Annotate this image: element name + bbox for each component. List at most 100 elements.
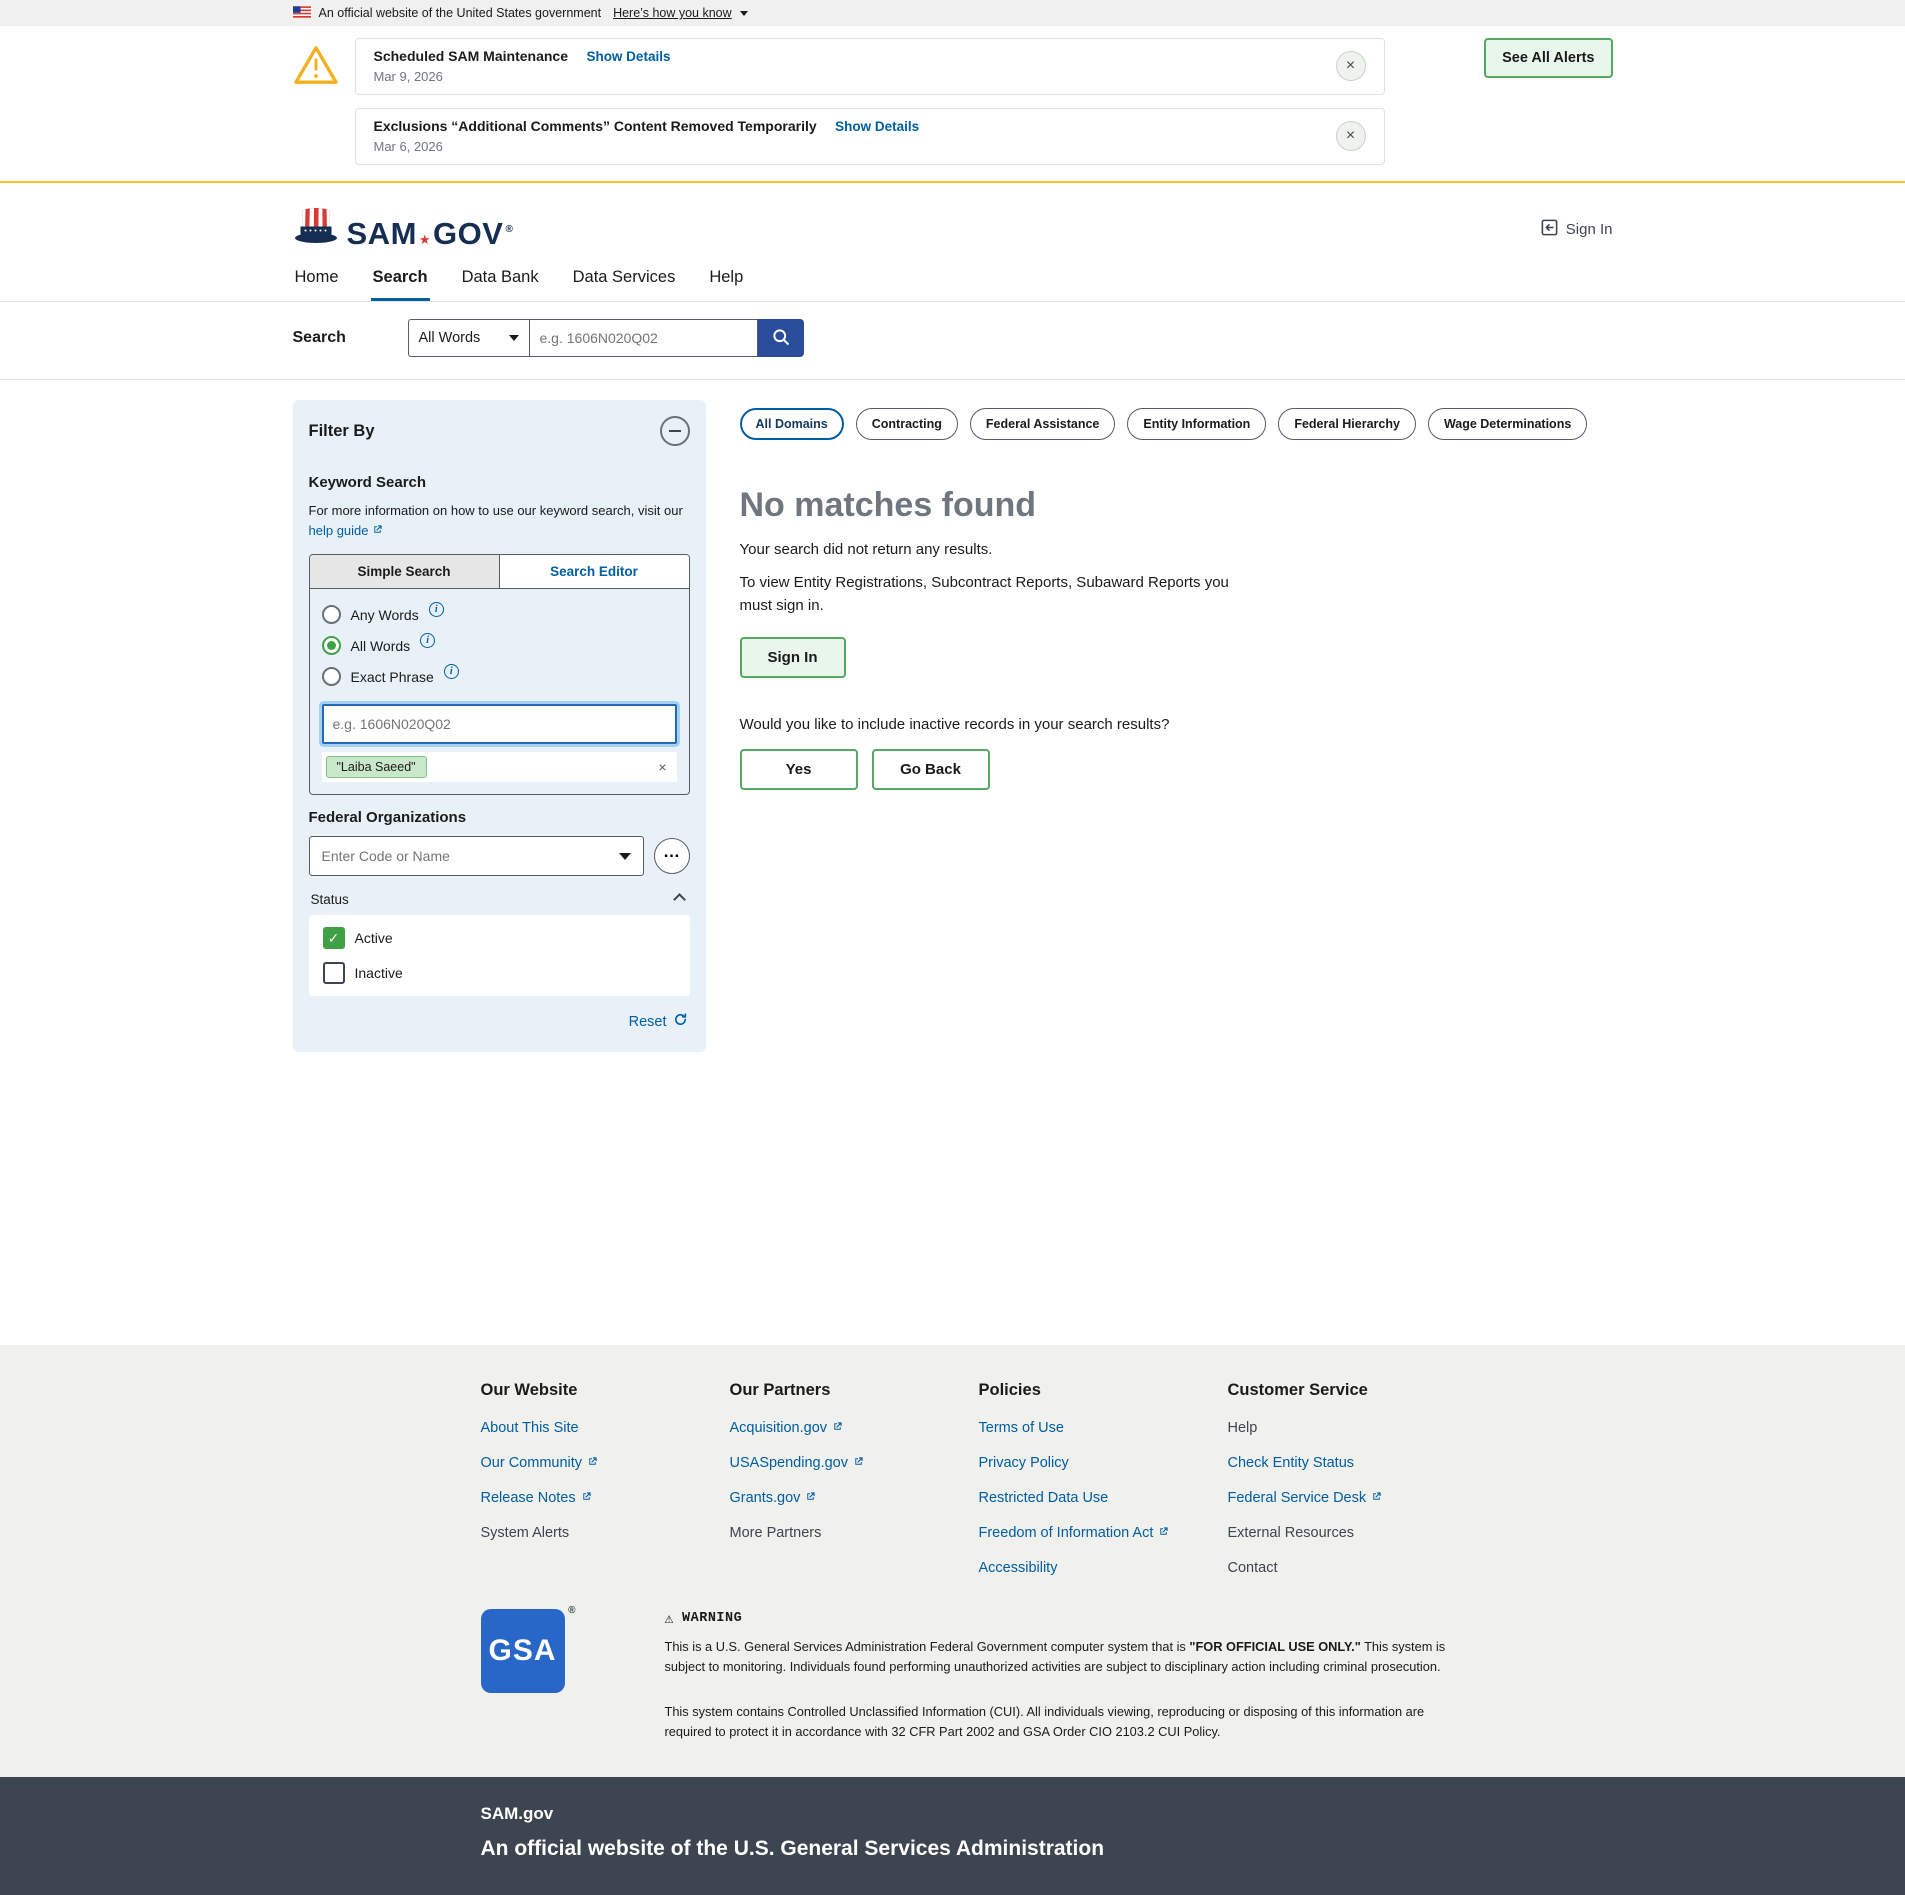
uncle-sam-hat-icon [293,207,339,252]
nav-search[interactable]: Search [371,262,430,301]
footer-link-about-this-site[interactable]: About This Site [481,1420,730,1436]
footer-link-federal-service-desk[interactable]: Federal Service Desk [1228,1490,1477,1506]
domain-filter-pills: All Domains Contracting Federal Assistan… [740,408,1613,440]
footer-link-usaspending-gov[interactable]: USASpending.gov [730,1455,979,1471]
reset-filters-link[interactable]: Reset [629,1014,667,1030]
footer-link-restricted-data-use[interactable]: Restricted Data Use [979,1490,1228,1506]
search-mode-select[interactable]: All Words [408,319,530,357]
search-button[interactable] [758,319,804,357]
sign-in-link[interactable]: Sign In [1540,218,1613,241]
see-all-alerts-button[interactable]: See All Alerts [1484,38,1612,78]
main-content: Filter By Keyword Search For more inform… [293,380,1613,1345]
radio-circle [322,667,341,686]
pill-entity-information[interactable]: Entity Information [1127,408,1266,440]
footer-link-foia[interactable]: Freedom of Information Act [979,1525,1228,1541]
radio-exact-phrase[interactable]: Exact Phrase [322,667,677,686]
footer-link-check-entity-status[interactable]: Check Entity Status [1228,1455,1477,1471]
filter-by-title: Filter By [309,422,375,441]
checkbox-active[interactable]: ✓ Active [323,927,676,949]
radio-any-words[interactable]: Any Words [322,605,677,624]
refresh-icon [673,1012,688,1032]
chevron-down-icon [509,335,519,341]
results-panel: All Domains Contracting Federal Assistan… [740,400,1613,790]
chip-remove-icon[interactable]: × [658,760,666,774]
search-input[interactable] [530,319,758,357]
search-label: Search [293,329,408,347]
keyword-tabs: Simple Search Search Editor [309,554,690,589]
footer-link-contact[interactable]: Contact [1228,1560,1477,1576]
warning-text-block: ⚠ WARNING This is a U.S. General Service… [665,1609,1470,1743]
go-back-button[interactable]: Go Back [872,749,990,790]
more-options-button[interactable]: … [654,838,690,874]
pill-all-domains[interactable]: All Domains [740,408,844,440]
external-link-icon [372,523,383,538]
gov-banner: An official website of the United States… [0,0,1905,26]
footer-link-external-resources[interactable]: External Resources [1228,1525,1477,1541]
alert-exclusions-comments: Exclusions “Additional Comments” Content… [355,108,1385,165]
gov-banner-how-link[interactable]: Here’s how you know [613,6,732,20]
chevron-up-icon [673,893,686,906]
pill-wage-determinations[interactable]: Wage Determinations [1428,408,1587,440]
footer-link-privacy-policy[interactable]: Privacy Policy [979,1455,1228,1471]
warning-paragraph-2: This system contains Controlled Unclassi… [665,1702,1470,1743]
alert-date: Mar 6, 2026 [374,139,920,154]
logo-text: SAM★GOV® [347,216,514,252]
tab-search-editor[interactable]: Search Editor [500,555,689,588]
nav-data-services[interactable]: Data Services [571,262,678,301]
gsa-warning-block: GSA ® ⚠ WARNING This is a U.S. General S… [481,1609,1613,1767]
external-link-icon [805,1490,816,1506]
alert-show-details-link[interactable]: Show Details [835,119,919,134]
external-link-icon [587,1455,598,1471]
footer-link-acquisition-gov[interactable]: Acquisition.gov [730,1420,979,1436]
sam-gov-logo[interactable]: SAM★GOV® [293,207,514,252]
footer-col-customer-service: Customer Service Help Check Entity Statu… [1228,1369,1477,1595]
nav-data-bank[interactable]: Data Bank [460,262,541,301]
help-guide-link[interactable]: help guide [309,523,369,538]
pill-contracting[interactable]: Contracting [856,408,958,440]
identifier-footer: SAM.gov An official website of the U.S. … [0,1777,1905,1895]
collapse-panel-icon[interactable] [660,416,690,446]
inactive-records-question: Would you like to include inactive recor… [740,716,1613,733]
gov-banner-text: An official website of the United States… [319,6,602,20]
footer-link-more-partners[interactable]: More Partners [730,1525,979,1541]
checkbox-inactive[interactable]: Inactive [323,962,676,984]
nav-help[interactable]: Help [707,262,745,301]
info-icon[interactable] [429,602,444,617]
no-results-text: Your search did not return any results. [740,541,1613,558]
status-section-header[interactable]: Status [311,892,688,907]
registered-mark: ® [505,224,513,235]
sign-in-button[interactable]: Sign In [740,637,846,678]
keyword-help-text: For more information on how to use our k… [309,501,690,540]
radio-all-words[interactable]: All Words [322,636,677,655]
pill-federal-assistance[interactable]: Federal Assistance [970,408,1115,440]
yes-button[interactable]: Yes [740,749,858,790]
site-header: SAM★GOV® Sign In [0,183,1905,262]
footer-link-grants-gov[interactable]: Grants.gov [730,1490,979,1506]
footer-link-system-alerts[interactable]: System Alerts [481,1525,730,1541]
ellipsis-icon: … [663,842,680,862]
registered-mark: ® [568,1605,576,1616]
status-options: ✓ Active Inactive [309,915,690,996]
info-icon[interactable] [420,633,435,648]
nav-home[interactable]: Home [293,262,341,301]
footer-link-our-community[interactable]: Our Community [481,1455,730,1471]
info-icon[interactable] [444,664,459,679]
footer-official-website-text: An official website of the U.S. General … [481,1837,1613,1861]
footer-link-help[interactable]: Help [1228,1420,1477,1436]
search-bar-row: Search All Words [0,302,1905,380]
login-icon [1540,218,1559,241]
tab-simple-search[interactable]: Simple Search [310,555,500,588]
footer-link-terms-of-use[interactable]: Terms of Use [979,1420,1228,1436]
footer-link-accessibility[interactable]: Accessibility [979,1560,1228,1576]
federal-organizations-combobox[interactable]: Enter Code or Name [309,836,644,876]
pill-federal-hierarchy[interactable]: Federal Hierarchy [1278,408,1416,440]
page: An official website of the United States… [0,0,1905,1895]
keyword-search-input[interactable] [322,704,677,744]
footer-sam-gov-title: SAM.gov [481,1804,1613,1824]
close-icon[interactable]: × [1336,51,1366,81]
checkbox-checked-icon: ✓ [323,927,345,949]
no-matches-title: No matches found [740,486,1613,525]
close-icon[interactable]: × [1336,121,1366,151]
alert-show-details-link[interactable]: Show Details [586,49,670,64]
footer-link-release-notes[interactable]: Release Notes [481,1490,730,1506]
